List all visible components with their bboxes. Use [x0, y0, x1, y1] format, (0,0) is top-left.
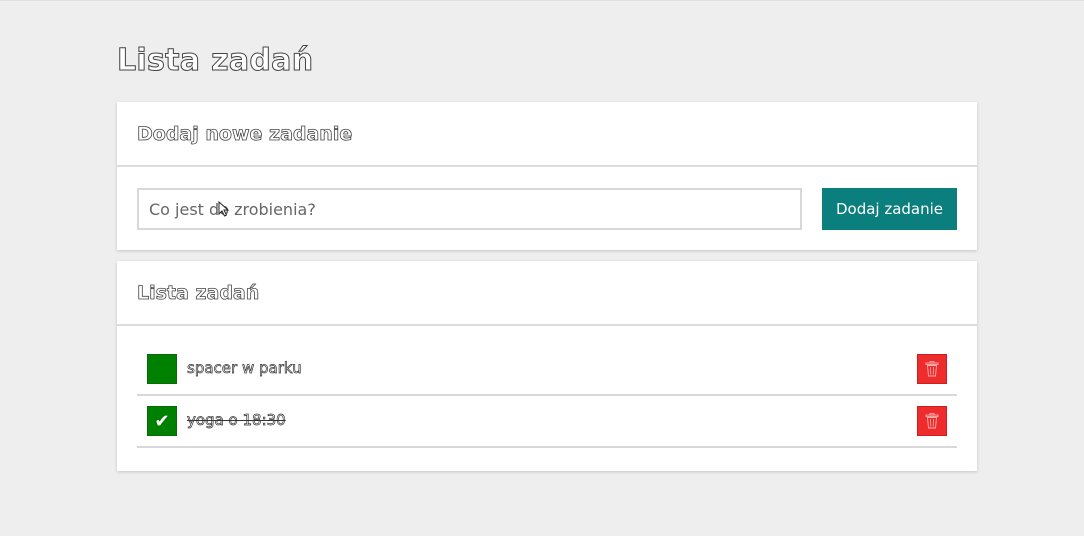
add-task-card: Dodaj nowe zadanie Dodaj zadanie	[117, 102, 977, 250]
page-title: Lista zadań	[116, 43, 314, 79]
task-checkbox-checked[interactable]: ✔	[147, 406, 177, 436]
task-item: ✔ yoga o 18:30	[137, 396, 957, 448]
task-list-card-header: Lista zadań	[117, 261, 977, 326]
task-list-card: Lista zadań spacer w parku ✔ yoga o 18:3…	[117, 261, 977, 471]
task-checkbox[interactable]	[147, 354, 177, 384]
task-item: spacer w parku	[137, 344, 957, 396]
mouse-pointer-icon	[218, 201, 230, 217]
trash-icon	[925, 361, 939, 377]
todo-app: Lista zadań Dodaj nowe zadanie Dodaj zad…	[0, 0, 1084, 536]
add-task-form: Dodaj zadanie	[117, 167, 977, 250]
task-list: spacer w parku ✔ yoga o 18:30	[117, 326, 977, 448]
add-task-card-header: Dodaj nowe zadanie	[117, 102, 977, 167]
task-list-heading: Lista zadań	[137, 281, 260, 304]
delete-task-button[interactable]	[917, 406, 947, 436]
add-task-heading: Dodaj nowe zadanie	[137, 122, 353, 145]
add-task-button[interactable]: Dodaj zadanie	[822, 188, 957, 230]
new-task-input[interactable]	[137, 188, 802, 230]
task-text: spacer w parku	[187, 359, 302, 378]
delete-task-button[interactable]	[917, 354, 947, 384]
task-text: yoga o 18:30	[187, 411, 286, 430]
trash-icon	[925, 413, 939, 429]
